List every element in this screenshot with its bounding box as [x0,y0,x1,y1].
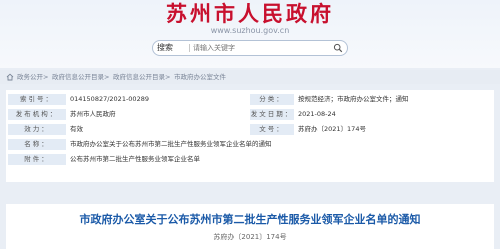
info-label: 文号： [250,124,294,135]
info-value: 014150827/2021-00289 [70,95,149,103]
info-value: 按规范经济；市政府办公室文件；通知 [298,95,409,103]
info-row: 附件： 公布苏州市第二批生产性服务业领军企业名单 [6,153,494,166]
info-value: 苏州市人民政府 [70,110,116,118]
breadcrumb-item-2[interactable]: 政府信息公开目录 [113,70,165,84]
search-icon[interactable] [333,43,343,53]
breadcrumb-item-0[interactable]: 政务公开 [17,70,43,84]
document-number: 苏府办〔2021〕174号 [213,233,287,241]
search-divider [189,44,190,52]
breadcrumb-item-3[interactable]: 市政府办公室文件 [174,70,226,84]
info-label: 索引号： [8,94,66,105]
site-url: www.suzhou.gov.cn [210,26,290,35]
info-label: 发布机构： [8,109,66,120]
breadcrumb-separator: > [104,73,110,81]
info-value: 苏府办〔2021〕174号 [298,125,366,133]
breadcrumb-separator: > [43,73,49,81]
attachment-link[interactable]: 公布苏州市第二批生产性服务业领军企业名单 [70,153,490,166]
info-value: 有效 [70,125,83,133]
info-label: 名称： [8,139,66,150]
search-input[interactable] [193,42,325,54]
info-label: 效力： [8,124,66,135]
site-title: 苏州市人民政府 [166,1,334,26]
info-row: 索引号： 014150827/2021-00289 分类： 按规范经济；市政府办… [6,93,494,106]
info-label: 分类： [250,94,294,105]
info-label: 附件： [8,154,66,165]
document-info-table: 索引号： 014150827/2021-00289 分类： 按规范经济；市政府办… [6,90,494,182]
home-icon[interactable] [6,73,14,81]
info-value: 2021-08-24 [298,110,336,118]
breadcrumb-item-1[interactable]: 政府信息公开目录 [52,70,104,84]
breadcrumb: 政务公开 > 政府信息公开目录 > 政府信息公开目录 > 市政府办公室文件 [0,70,500,84]
info-label: 发文日期： [250,109,294,120]
info-row: 效力： 有效 文号： 苏府办〔2021〕174号 [6,123,494,136]
breadcrumb-separator: > [165,73,171,81]
info-row: 名称： 市政府办公室关于公布苏州市第二批生产性服务业领军企业名单的通知 [6,138,494,151]
info-row: 发布机构： 苏州市人民政府 发文日期： 2021-08-24 [6,108,494,121]
document-title: 市政府办公室关于公布苏州市第二批生产性服务业领军企业名单的通知 [79,213,421,226]
search-bar[interactable]: 搜索 [152,40,348,56]
info-value: 市政府办公室关于公布苏州市第二批生产性服务业领军企业名单的通知 [70,140,272,148]
search-scope-label[interactable]: 搜索 [157,42,173,54]
document-body: 市政府办公室关于公布苏州市第二批生产性服务业领军企业名单的通知 苏府办〔2021… [6,204,494,249]
